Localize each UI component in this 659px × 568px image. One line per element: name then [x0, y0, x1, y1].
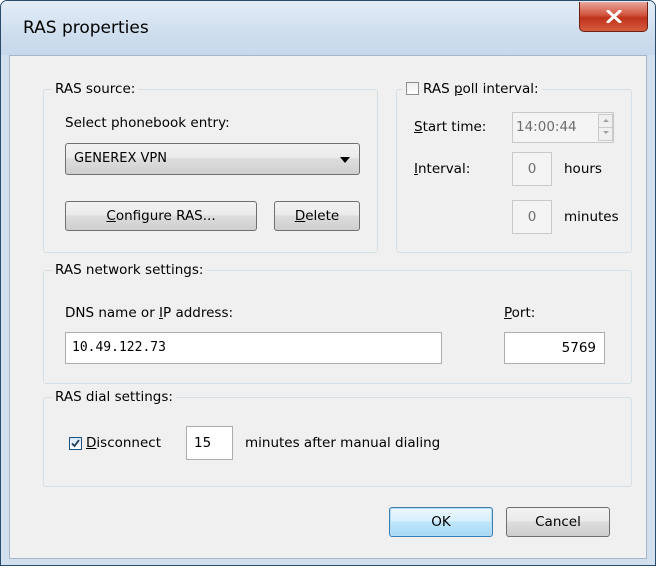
ras-properties-window: RAS properties RAS source: Select phoneb…	[0, 0, 656, 566]
dial-settings-title: RAS dial settings:	[52, 388, 176, 406]
interval-hours-field[interactable]: 0	[512, 152, 552, 186]
dns-label: DNS name or IP address:	[65, 305, 234, 321]
poll-interval-checkbox[interactable]	[406, 82, 419, 95]
poll-interval-group: RAS poll interval: Start time: 14:00:44 …	[396, 80, 632, 253]
interval-minutes-field[interactable]: 0	[512, 200, 552, 234]
start-time-spinner[interactable]	[598, 114, 613, 141]
title-bar[interactable]: RAS properties	[1, 1, 655, 55]
window-title: RAS properties	[23, 18, 149, 38]
port-input[interactable]: 5769	[504, 332, 605, 364]
checkmark-icon	[71, 439, 80, 448]
ras-source-title: RAS source:	[52, 80, 139, 98]
chevron-down-icon	[340, 157, 350, 163]
delete-button[interactable]: Delete	[274, 201, 360, 231]
ok-button[interactable]: OK	[389, 507, 493, 537]
phonebook-label: Select phonebook entry:	[65, 115, 230, 131]
interval-label: Interval:	[414, 161, 471, 177]
configure-ras-button[interactable]: Configure RAS...	[65, 201, 257, 231]
disconnect-suffix-label: minutes after manual dialing	[245, 435, 441, 451]
phonebook-selected: GENEREX VPN	[74, 151, 167, 166]
phonebook-dropdown[interactable]: GENEREX VPN	[65, 143, 360, 175]
dialog-body: RAS source: Select phonebook entry: GENE…	[9, 55, 647, 559]
close-button[interactable]	[579, 2, 648, 32]
network-settings-title: RAS network settings:	[52, 261, 207, 279]
ras-source-group: RAS source: Select phonebook entry: GENE…	[43, 80, 378, 253]
cancel-button[interactable]: Cancel	[506, 507, 610, 537]
hours-unit-label: hours	[564, 161, 602, 177]
disconnect-label[interactable]: Disconnect	[86, 434, 161, 452]
close-icon	[606, 10, 622, 23]
disconnect-minutes-input[interactable]: 15	[186, 426, 233, 460]
poll-interval-title: RAS poll interval:	[403, 80, 542, 98]
minutes-unit-label: minutes	[564, 209, 619, 225]
dial-settings-group: RAS dial settings: Disconnect 15 minutes…	[43, 388, 632, 487]
start-time-label: Start time:	[414, 119, 487, 135]
disconnect-checkbox[interactable]	[69, 437, 82, 450]
dns-address-input[interactable]: 10.49.122.73	[65, 332, 442, 364]
network-settings-group: RAS network settings: DNS name or IP add…	[43, 261, 632, 384]
port-label: Port:	[504, 305, 536, 321]
